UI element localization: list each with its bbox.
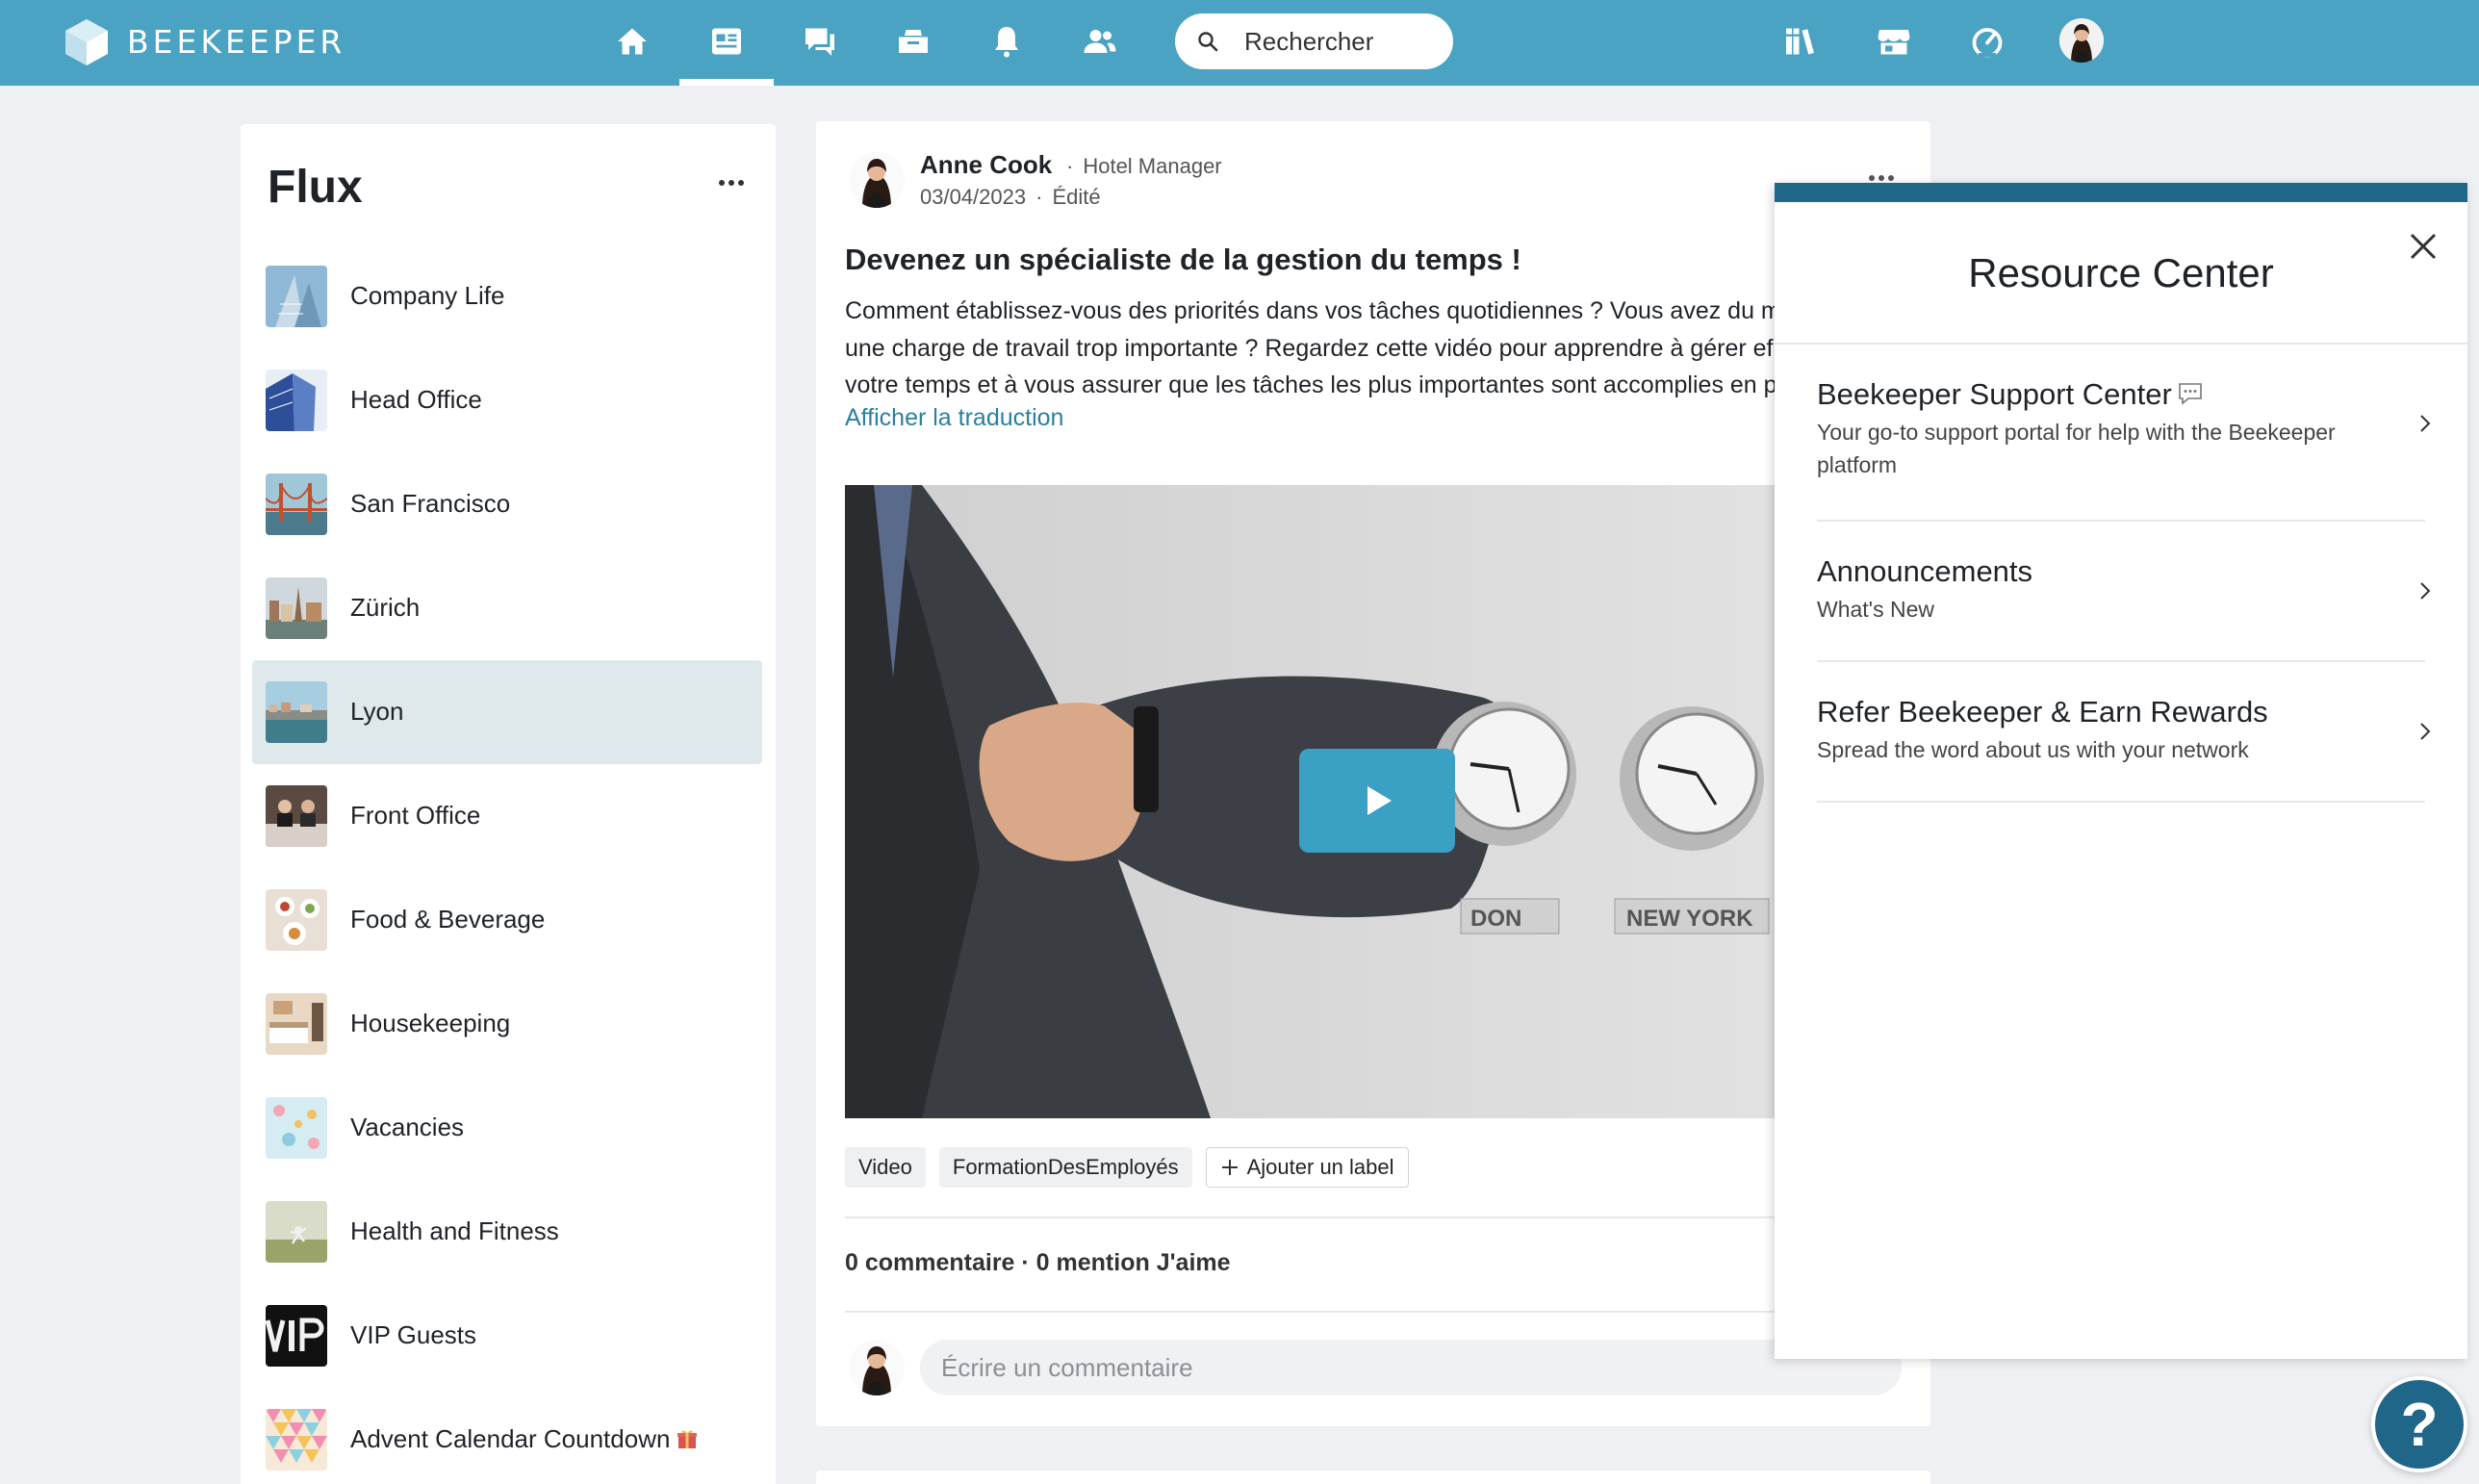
divider [1817,520,2425,522]
sidebar-item-lyon[interactable]: Lyon [252,660,762,764]
sidebar-more-icon[interactable] [712,168,751,197]
post-tags: Video FormationDesEmployés Ajouter un la… [845,1147,1409,1188]
comment-input[interactable] [920,1340,1902,1395]
divider [1817,801,2425,803]
divider [845,1311,1904,1313]
lyon-thumbnail [266,681,327,743]
housekeeping-thumbnail [266,993,327,1055]
close-icon[interactable] [2404,227,2442,266]
food-beverage-thumbnail [266,889,327,951]
dashboard-icon[interactable] [1965,19,2009,64]
resource-center-panel: Resource Center Beekeeper Support Center… [1775,183,2467,1359]
san-francisco-thumbnail [266,473,327,535]
sidebar-item-front-office[interactable]: Front Office [252,764,762,868]
chevron-right-icon [2420,723,2431,740]
resource-center-header-bar [1775,183,2467,202]
search-icon [1198,32,1218,52]
library-icon[interactable] [1778,19,1823,64]
post-more-icon[interactable] [1869,175,1894,181]
feed-list: Company Life Head Office San Francisco Z… [252,244,762,1484]
divider [845,1216,1904,1218]
home-icon[interactable] [610,19,654,64]
play-button[interactable] [1299,749,1455,853]
chat-bubble-icon [2178,383,2202,405]
store-icon[interactable] [1872,19,1916,64]
vip-guests-thumbnail [266,1305,327,1367]
sidebar-item-vip-guests[interactable]: VIP Guests [252,1284,762,1388]
tag-video[interactable]: Video [845,1147,926,1188]
resource-item-support-center[interactable]: Beekeeper Support Center Your go-to supp… [1817,377,2442,481]
sidebar-item-housekeeping[interactable]: Housekeeping [252,972,762,1076]
sidebar-item-head-office[interactable]: Head Office [252,348,762,452]
chevron-right-icon [2420,582,2431,600]
sidebar-item-san-francisco[interactable]: San Francisco [252,452,762,556]
author-avatar[interactable] [849,152,905,208]
post-author-role: · Hotel Manager [1066,154,1222,178]
feed-sidebar: Flux Company Life Head Office San Franci… [241,124,776,1484]
resource-item-announcements[interactable]: Announcements What's New [1817,554,2442,626]
video-player[interactable]: DON NEW YORK [845,485,1904,1118]
post-author[interactable]: Anne Cook [920,150,1052,180]
sidebar-item-vacancies[interactable]: Vacancies [252,1076,762,1180]
post-body: Comment établissez-vous des priorités da… [845,297,1781,398]
post-title: Devenez un spécialiste de la gestion du … [845,243,1521,276]
head-office-thumbnail [266,370,327,431]
post-card: Anne Cook · Hotel Manager 03/04/2023 · Édit… [816,121,1930,1426]
zurich-thumbnail [266,577,327,639]
beekeeper-logo-icon[interactable] [64,17,110,67]
news-feed-icon[interactable] [704,19,749,64]
divider [1817,660,2425,662]
post-date: 03/04/2023 · Édité [920,185,1101,209]
current-user-avatar [849,1340,905,1395]
notifications-icon[interactable] [984,19,1029,64]
post-stats[interactable]: 0 commentaire · 0 mention J'aime [845,1249,1231,1277]
translate-link[interactable]: Afficher la traduction [845,404,1063,432]
play-icon [1367,786,1392,815]
advent-calendar-thumbnail [266,1409,327,1471]
divider [1775,343,2467,345]
people-icon[interactable] [1078,19,1122,64]
video-label-new-york: NEW YORK [1626,906,1753,932]
top-navigation-bar: BEEKEEPER [0,0,2479,86]
sidebar-item-company-life[interactable]: Company Life [252,244,762,348]
add-label-button[interactable]: Ajouter un label [1205,1147,1409,1188]
brand-name: BEEKEEPER [127,23,346,61]
front-office-thumbnail [266,785,327,847]
video-label-london: DON [1470,906,1521,932]
vacancies-thumbnail [266,1097,327,1159]
chevron-right-icon [2420,415,2431,432]
search-box[interactable] [1175,13,1453,69]
active-tab-indicator [679,79,774,86]
sidebar-title: Flux [268,162,363,213]
resource-center-title: Resource Center [1968,250,2274,295]
gift-icon [677,1430,698,1448]
inbox-icon[interactable] [891,19,935,64]
company-life-thumbnail [266,266,327,327]
tag-formation[interactable]: FormationDesEmployés [938,1147,1192,1188]
sidebar-item-advent-calendar[interactable]: Advent Calendar Countdown [252,1388,762,1484]
sidebar-item-food-beverage[interactable]: Food & Beverage [252,868,762,972]
chat-icon[interactable] [798,19,842,64]
sidebar-item-zurich[interactable]: Zürich [252,556,762,660]
next-post-card [816,1471,1930,1484]
sidebar-item-health-fitness[interactable]: Health and Fitness [252,1180,762,1284]
comment-box[interactable] [920,1340,1902,1395]
help-button[interactable]: ? [2371,1376,2467,1472]
profile-avatar[interactable] [2059,18,2104,63]
plus-icon [1221,1160,1238,1175]
search-input[interactable] [1244,13,1437,69]
resource-item-refer-beekeeper[interactable]: Refer Beekeeper & Earn Rewards Spread th… [1817,695,2442,766]
health-fitness-thumbnail [266,1201,327,1263]
